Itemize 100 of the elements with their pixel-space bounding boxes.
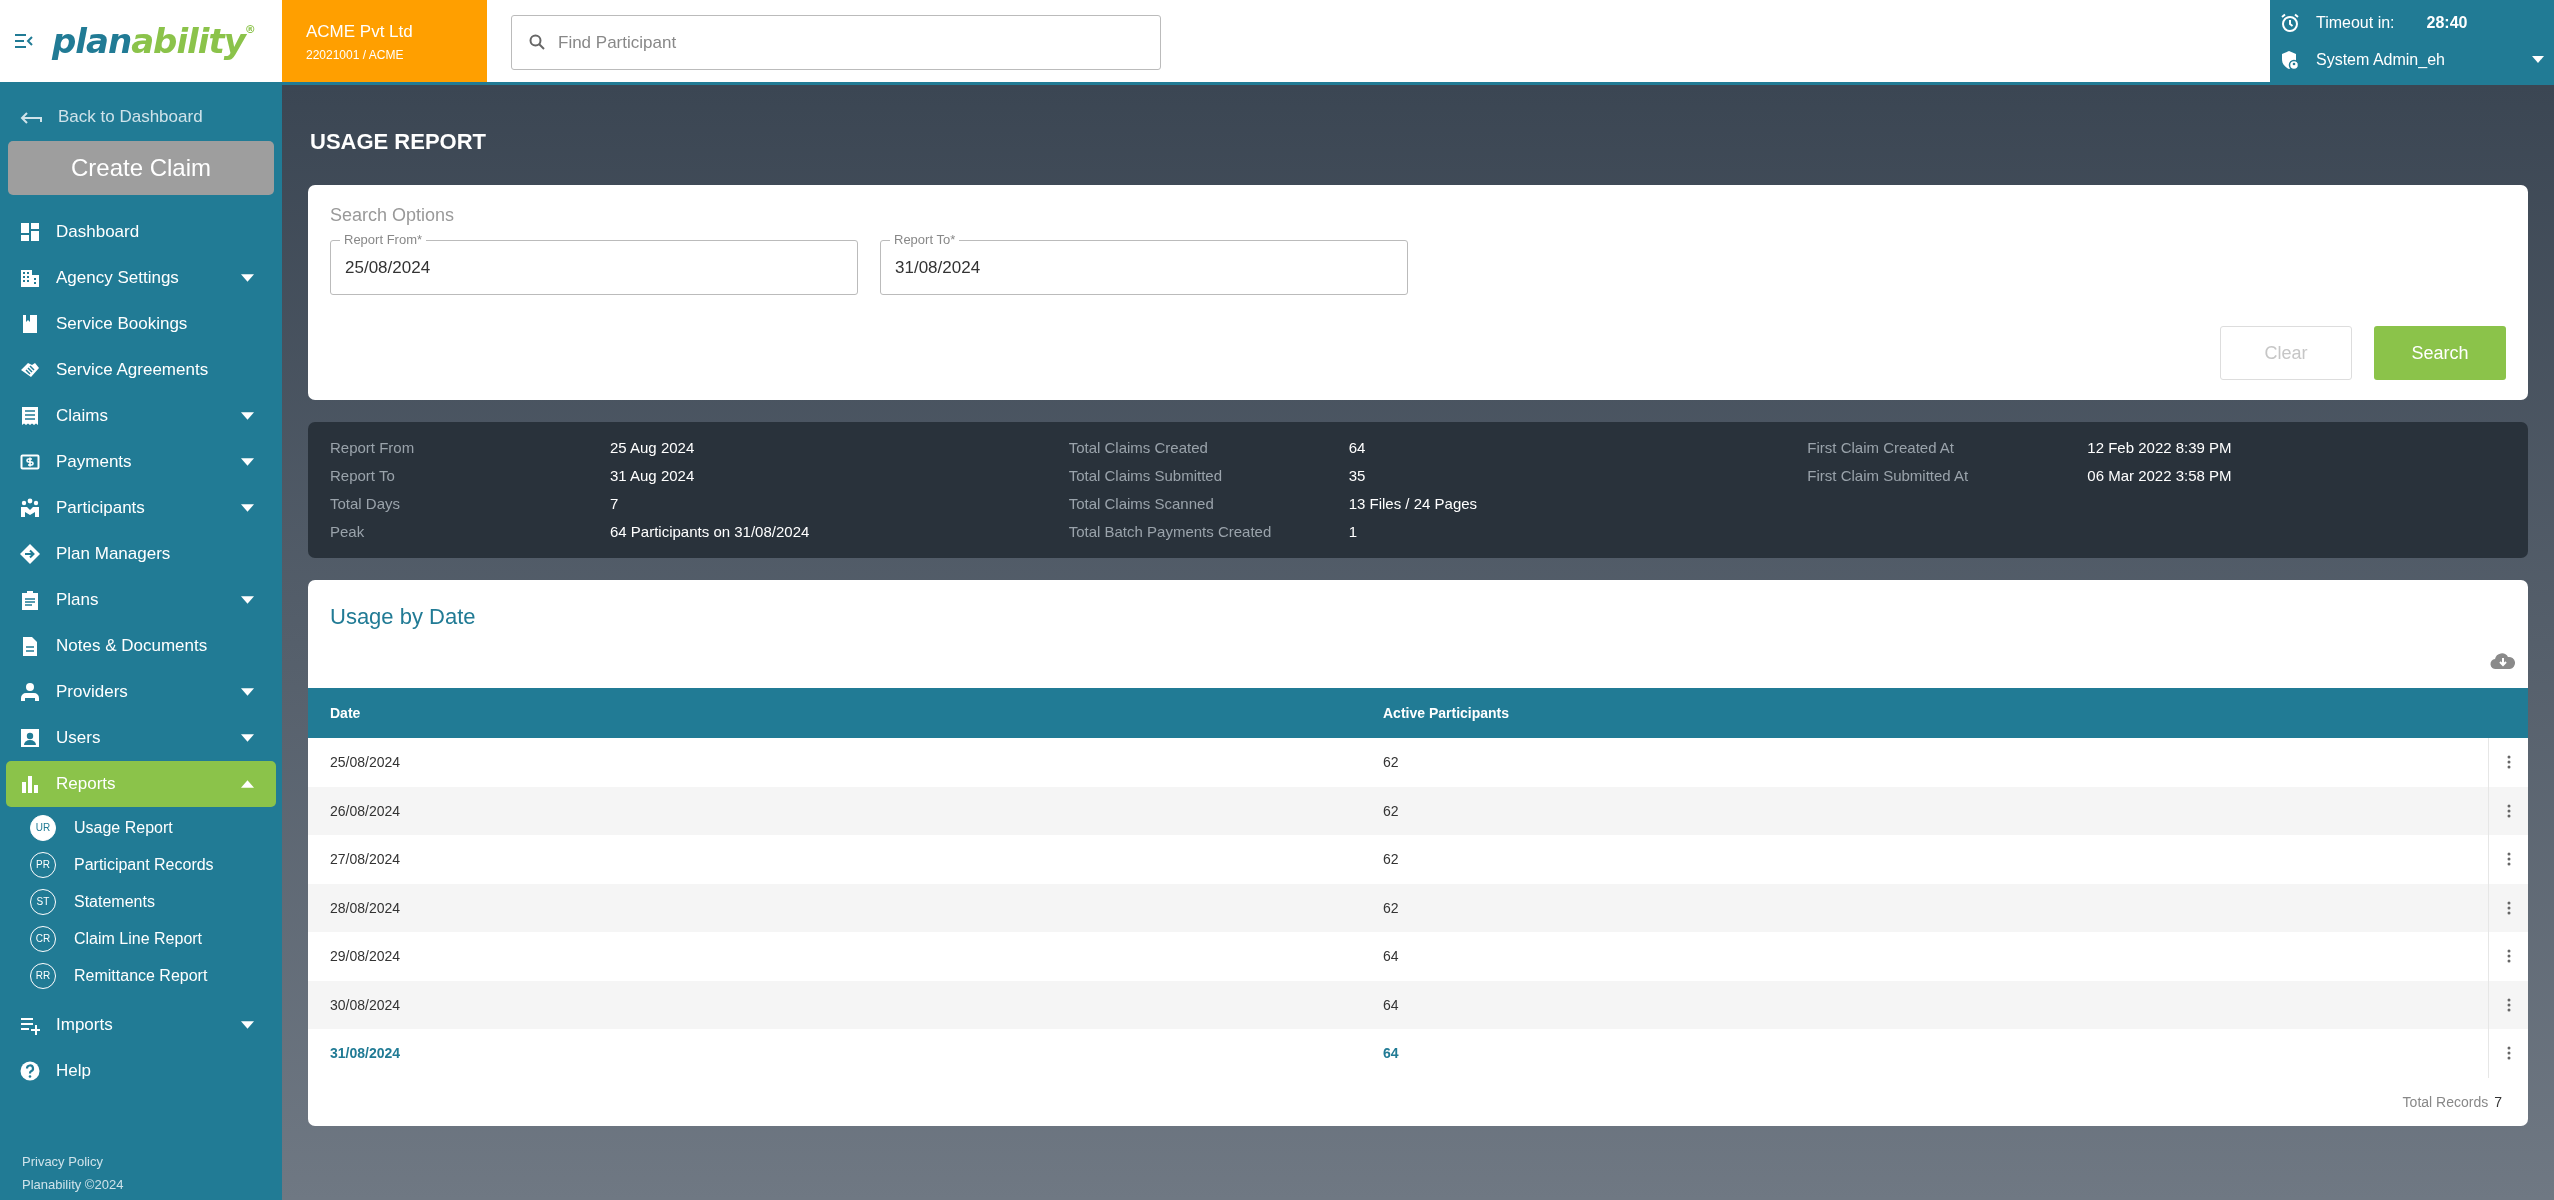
nav-item[interactable]: Providers [6, 669, 276, 715]
caret-icon [2532, 56, 2544, 63]
submenu-item[interactable]: CR Claim Line Report [30, 920, 276, 957]
summary-value: 35 [1348, 468, 1367, 484]
create-claim-button[interactable]: Create Claim [8, 141, 274, 195]
submenu-item[interactable]: PR Participant Records [30, 846, 276, 883]
field-label: Report To* [890, 232, 960, 248]
submenu-item[interactable]: UR Usage Report [30, 809, 276, 846]
receipt-icon [20, 406, 40, 426]
person-icon [20, 682, 40, 702]
organization-name: ACME Pvt Ltd [306, 22, 414, 42]
organization-code: 22021001 / ACME [306, 48, 405, 62]
table-cell-text: 25/08/2024 [329, 754, 402, 771]
initials-avatar: UR [30, 814, 56, 841]
summary-value: 06 Mar 2022 3:58 PM [2087, 468, 2233, 484]
summary-label: Total Claims Submitted [1068, 468, 1224, 484]
table-cell-text: 64 [1383, 996, 1400, 1013]
nav-item[interactable]: Help [6, 1048, 276, 1094]
nav-item[interactable]: Imports [6, 1002, 276, 1048]
user-menu[interactable]: System Admin_eh [2280, 49, 2544, 70]
table-cell-text: 64 [1383, 1045, 1400, 1062]
table-cell-text: 31/08/2024 [329, 1045, 402, 1062]
summary-value: 7 [610, 496, 620, 512]
table-cell-text: 29/08/2024 [329, 948, 402, 965]
summary-label: First Claim Submitted At [1807, 468, 1970, 484]
nav-item[interactable]: Agency Settings [6, 255, 276, 301]
more-options-icon[interactable] [2506, 755, 2511, 770]
timeout-label: Timeout in: [2316, 13, 2395, 32]
total-records-label: Total Records [2402, 1093, 2489, 1110]
summary-label: Total Batch Payments Created [1068, 524, 1273, 540]
summary-label: Report From [330, 440, 416, 456]
summary-value: 31 Aug 2024 [610, 468, 696, 484]
more-options-icon[interactable] [2506, 803, 2511, 818]
back-link[interactable]: Back to Dashboard [6, 101, 276, 133]
table-row[interactable]: 26/08/2024 62 [308, 786, 2528, 835]
book-icon [20, 314, 40, 334]
nav-item[interactable]: Service Bookings [6, 301, 276, 347]
table-cell-text: 62 [1383, 754, 1400, 771]
clipboard-icon [20, 590, 40, 610]
table-cell-text: 30/08/2024 [329, 996, 402, 1013]
nav-item[interactable]: Users [6, 715, 276, 761]
table-cell-text: 27/08/2024 [329, 851, 402, 868]
nav-item[interactable]: Notes & Documents [6, 623, 276, 669]
table-row[interactable]: 25/08/2024 62 [308, 738, 2528, 787]
total-records-count: 7 [2494, 1093, 2502, 1110]
more-options-icon[interactable] [2506, 949, 2511, 964]
dollar-bill-icon [20, 452, 40, 472]
page-title: USAGE REPORT [310, 129, 488, 155]
cloud-download-icon[interactable] [2490, 652, 2516, 670]
table-row[interactable]: 29/08/2024 64 [308, 932, 2528, 981]
search-icon [529, 34, 545, 50]
table-row[interactable]: 31/08/2024 64 [308, 1029, 2528, 1078]
table-row[interactable]: 27/08/2024 62 [308, 835, 2528, 884]
people-icon [20, 498, 40, 518]
more-options-icon[interactable] [2506, 900, 2511, 915]
nav-item[interactable]: Plans [6, 577, 276, 623]
summary-label: Total Days [330, 496, 402, 512]
copyright-text: Planability ©2024 [22, 1177, 125, 1192]
nav-item[interactable]: Dashboard [6, 209, 276, 255]
table-cell-text: 28/08/2024 [329, 899, 402, 916]
column-header: Active Participants [1383, 705, 1511, 721]
document-icon [20, 636, 40, 656]
nav-item[interactable]: Service Agreements [6, 347, 276, 393]
table-cell-text: 62 [1383, 851, 1400, 868]
direction-sign-icon [20, 544, 40, 564]
table-cell-text: 62 [1383, 802, 1400, 819]
user-card-icon [20, 728, 40, 748]
nav-item[interactable]: Plan Managers [6, 531, 276, 577]
back-arrow-icon [20, 110, 42, 124]
more-options-icon[interactable] [2506, 1046, 2511, 1061]
search-field[interactable]: Find Participant [511, 15, 1161, 70]
column-header: Date [329, 705, 362, 721]
shield-user-icon [2280, 49, 2300, 70]
privacy-policy-link[interactable]: Privacy Policy [22, 1154, 276, 1169]
summary-value: 64 Participants on 31/08/2024 [610, 524, 811, 540]
nav-item[interactable]: Participants [6, 485, 276, 531]
bar-chart-icon [20, 774, 40, 794]
logo: planability$^{®}$ [52, 24, 255, 58]
section-title: Usage by Date [329, 603, 477, 630]
field-label: Report From* [340, 232, 427, 248]
menu-icon[interactable] [14, 33, 34, 49]
table-cell-text: 62 [1383, 899, 1400, 916]
submenu-item[interactable]: ST Statements [30, 883, 276, 920]
table-row[interactable]: 28/08/2024 62 [308, 883, 2528, 932]
nav-item[interactable]: Payments [6, 439, 276, 485]
more-options-icon[interactable] [2506, 997, 2511, 1012]
help-icon [20, 1061, 40, 1081]
submenu-item[interactable]: RR Remittance Report [30, 957, 276, 994]
dashboard-icon [20, 222, 40, 242]
summary-value: 25 Aug 2024 [610, 440, 696, 456]
summary-label: Peak [330, 524, 366, 540]
timeout-value: 28:40 [2426, 13, 2468, 32]
more-options-icon[interactable] [2506, 852, 2511, 867]
list-add-icon [20, 1015, 40, 1035]
nav-item[interactable]: Claims [6, 393, 276, 439]
summary-value: 64 [1348, 440, 1367, 456]
summary-label: Report To [330, 468, 396, 484]
table-cell-text: 64 [1383, 948, 1400, 965]
table-cell-text: 26/08/2024 [329, 802, 402, 819]
table-row[interactable]: 30/08/2024 64 [308, 980, 2528, 1029]
